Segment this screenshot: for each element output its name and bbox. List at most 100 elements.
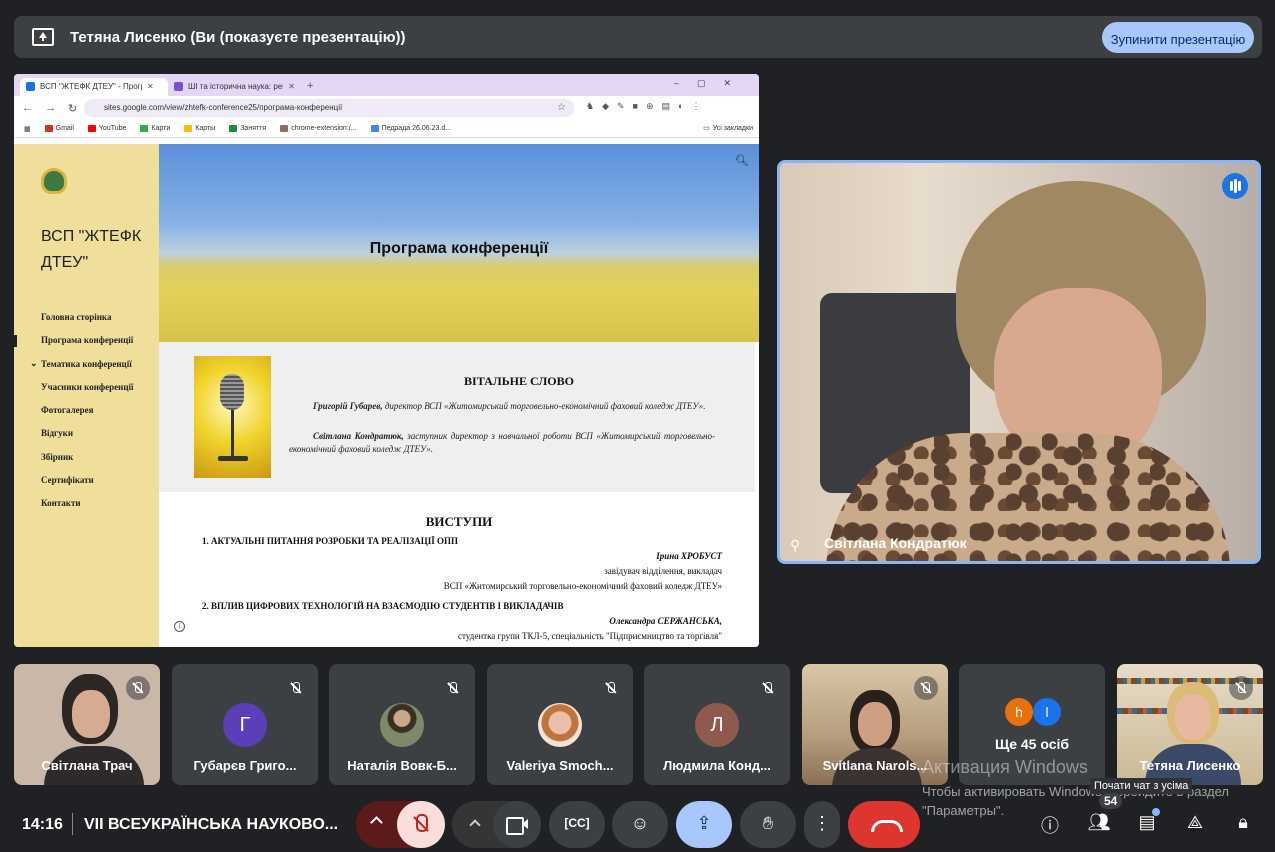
- participant-tile[interactable]: Valeriya Smoch...: [487, 664, 633, 785]
- avatar: [380, 703, 424, 747]
- host-controls-icon[interactable]: 🔒︎: [1230, 812, 1256, 838]
- stop-presenting-button[interactable]: Зупинити презентацію: [1102, 22, 1254, 53]
- bookmark-item[interactable]: Карты: [184, 125, 215, 132]
- participant-tile[interactable]: Світлана Трач: [14, 664, 160, 785]
- info-icon[interactable]: i: [174, 621, 185, 632]
- leave-call-button[interactable]: [848, 801, 920, 848]
- reload-icon[interactable]: ↻: [68, 102, 77, 115]
- talk-speaker: Олександра СЕРЖАНСЬКА,: [609, 616, 722, 626]
- people-icon[interactable]: 👥︎: [1086, 812, 1112, 838]
- talk-detail: ВСП «Житомирський торговельно-економічни…: [443, 581, 722, 591]
- menu-item[interactable]: Збірник: [41, 452, 134, 475]
- captions-button[interactable]: [CC]: [549, 801, 605, 848]
- meeting-title[interactable]: VII ВСЕУКРАЇНСЬКА НАУКОВО...: [84, 816, 338, 834]
- back-icon[interactable]: ←: [22, 102, 33, 114]
- greeting-paragraph: Григорій Губарев, директор ВСП «Житомирс…: [289, 400, 715, 413]
- self-video-tile[interactable]: Тетяна Лисенко: [1117, 664, 1263, 785]
- raise-hand-button[interactable]: ✋︎: [740, 801, 796, 848]
- greeting-name: Світлана Кондратюк,: [313, 431, 404, 441]
- site-title[interactable]: ВСП "ЖТЕФК ДТЕУ": [41, 224, 151, 276]
- all-bookmarks-button[interactable]: ▭ Усі закладки: [703, 124, 753, 133]
- bookmark-star-icon[interactable]: ☆: [557, 102, 566, 113]
- avatar: l: [1033, 698, 1061, 726]
- people-count-badge: 54: [1099, 793, 1123, 809]
- bookmark-item[interactable]: Заняття: [229, 125, 266, 132]
- site-sidebar: ВСП "ЖТЕФК ДТЕУ" Головна сторінка Програ…: [14, 144, 159, 647]
- menu-item-label: Контакти: [41, 498, 81, 509]
- menu-item[interactable]: ⌄ Тематика конференції: [30, 358, 134, 382]
- pin-icon[interactable]: ⚲: [790, 537, 806, 553]
- info-icon[interactable]: ⓘ: [1037, 812, 1063, 838]
- avatar: h: [1005, 698, 1033, 726]
- tab-title: ШІ та історична наука: револ: [188, 82, 283, 91]
- chevron-up-icon: [469, 819, 481, 831]
- muted-mic-icon: [756, 676, 780, 700]
- menu-item[interactable]: Відгуки: [41, 428, 134, 451]
- bookmark-item[interactable]: Карти: [140, 125, 170, 132]
- more-options-button[interactable]: ⋮: [804, 801, 840, 848]
- menu-item[interactable]: Контакти: [41, 498, 134, 521]
- speaking-indicator-icon: [1222, 173, 1248, 199]
- tab-close-icon[interactable]: ✕: [288, 82, 295, 91]
- participant-tile[interactable]: Наталія Вовк-Б...: [329, 664, 475, 785]
- menu-item-label: Сертифікати: [41, 475, 94, 486]
- bookmark-icon: [140, 125, 149, 132]
- muted-mic-icon: [1229, 676, 1253, 700]
- address-bar[interactable]: sites.google.com/view/zhtefk-conference2…: [84, 99, 574, 117]
- muted-mic-icon: [441, 676, 465, 700]
- menu-item[interactable]: Головна сторінка: [41, 312, 134, 335]
- mic-base-shape: [218, 456, 248, 461]
- present-button[interactable]: ⇪: [676, 801, 732, 848]
- tab-close-icon[interactable]: ✕: [147, 82, 154, 91]
- talk-heading: 1. АКТУАЛЬНІ ПИТАННЯ РОЗРОБКИ ТА РЕАЛІЗА…: [202, 536, 459, 546]
- more-participants-label: Ще 45 осіб: [994, 736, 1070, 752]
- reactions-button[interactable]: ☺: [612, 801, 668, 848]
- bookmark-icon: [229, 125, 238, 132]
- mic-muted-button[interactable]: [397, 801, 445, 848]
- site-main: 🔍︎ Програма конференції ВІТАЛЬНЕ СЛОВО Г…: [159, 144, 759, 647]
- greeting-text: директор ВСП «Житомирський торговельно-е…: [382, 401, 706, 411]
- window-controls[interactable]: –▢✕: [674, 78, 749, 89]
- bookmark-icon: [87, 125, 96, 132]
- chevron-down-icon[interactable]: ⌄: [30, 358, 38, 369]
- new-tab-icon[interactable]: +: [303, 80, 313, 96]
- browser-tab[interactable]: ШІ та історична наука: револ ✕: [168, 78, 303, 96]
- menu-item-current[interactable]: Програма конференції: [14, 335, 134, 358]
- participant-name: Губарєв Григо...: [193, 758, 297, 773]
- speaker-video-tile[interactable]: ⚲ Світлана Кондратюк: [777, 160, 1261, 564]
- menu-item-label: Фотогалерея: [41, 405, 94, 416]
- bookmark-label: Заняття: [240, 125, 267, 132]
- greeting-section: ВІТАЛЬНЕ СЛОВО Григорій Губарев, директо…: [159, 342, 755, 492]
- participant-name: Тетяна Лисенко: [1139, 758, 1241, 773]
- browser-tab-active[interactable]: ВСП "ЖТЕФК ДТЕУ" - Програм ✕: [20, 78, 168, 96]
- search-icon[interactable]: 🔍︎: [735, 154, 749, 167]
- bookmark-label: YouTube: [98, 125, 127, 132]
- chat-tooltip: Почати чат з усіма: [1090, 778, 1193, 794]
- avatar: Г: [223, 703, 267, 747]
- person-face-shape: [858, 702, 892, 746]
- extensions-icons[interactable]: ♞◆✎■⊕▤◐⋮: [586, 101, 708, 112]
- bookmark-item[interactable]: Педрада 26.06.23.d...: [370, 125, 451, 132]
- bookmark-label: Карти: [151, 125, 171, 132]
- activities-icon[interactable]: ⟁: [1182, 812, 1208, 838]
- menu-item[interactable]: Учасники конференції: [41, 382, 134, 405]
- tab-favicon-icon: [174, 82, 183, 91]
- participant-tile[interactable]: Л Людмила Конд...: [644, 664, 790, 785]
- greeting-title: ВІТАЛЬНЕ СЛОВО: [464, 374, 574, 388]
- participant-tile[interactable]: Г Губарєв Григо...: [172, 664, 318, 785]
- presenting-title: Тетяна Лисенко (Ви (показуєте презентаці…: [70, 28, 406, 46]
- bookmark-item[interactable]: YouTube: [87, 125, 127, 132]
- browser-navbar: ← → ↻ sites.google.com/view/zhtefk-confe…: [14, 96, 759, 120]
- menu-item-label: Відгуки: [41, 428, 74, 439]
- menu-item[interactable]: Фотогалерея: [41, 405, 134, 428]
- apps-grid-icon[interactable]: ▦: [24, 125, 31, 133]
- hero-banner: 🔍︎ Програма конференції: [159, 144, 759, 342]
- bookmark-icon: [184, 125, 193, 132]
- forward-icon[interactable]: →: [45, 102, 56, 114]
- bookmark-item[interactable]: chrome-extension:/...: [280, 125, 357, 132]
- camera-button[interactable]: [493, 801, 541, 848]
- menu-item[interactable]: Сертифікати: [41, 475, 134, 498]
- page-title: Програма конференції: [369, 240, 549, 257]
- bookmark-icon: [370, 125, 379, 132]
- bookmark-item[interactable]: Gmail: [44, 125, 74, 132]
